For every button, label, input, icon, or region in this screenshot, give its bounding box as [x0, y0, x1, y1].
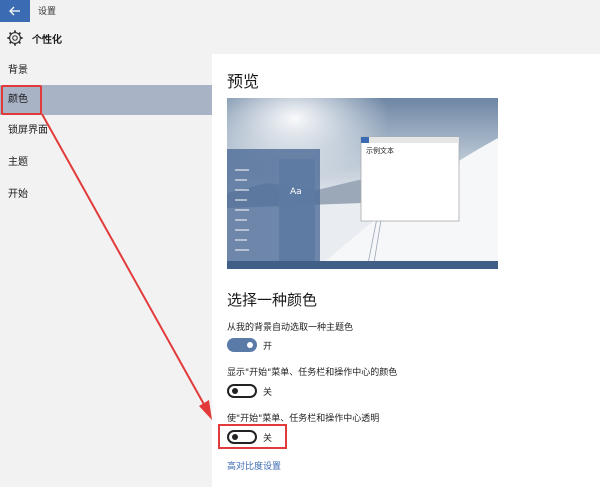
auto-accent-toggle[interactable] — [227, 338, 257, 352]
preview-sample-text: 示例文本 — [366, 146, 394, 155]
highlight-box-transparency — [218, 424, 287, 449]
toggle-knob — [247, 342, 253, 348]
page-header: 个性化 — [0, 22, 600, 54]
sidebar-item-start[interactable]: 开始 — [0, 180, 212, 210]
preview-tile-label: Aa — [290, 187, 302, 197]
page-title: 个性化 — [32, 35, 62, 46]
show-color-state: 关 — [263, 388, 273, 398]
setting-auto-accent-label: 从我的背景自动选取一种主题色 — [227, 323, 354, 333]
gear-icon — [7, 30, 23, 46]
highlight-box-colors — [1, 85, 42, 115]
sidebar-item-lock-screen[interactable]: 锁屏界面 — [0, 116, 212, 146]
back-button[interactable] — [0, 0, 30, 22]
high-contrast-link[interactable]: 高对比度设置 — [227, 459, 281, 472]
setting-transparency-label: 使"开始"菜单、任务栏和操作中心透明 — [227, 414, 380, 424]
window-title: 设置 — [38, 7, 57, 17]
sidebar: 背景 颜色 锁屏界面 主题 开始 — [0, 54, 212, 487]
preview-image: Aa 示例文本 — [227, 98, 498, 269]
preview-scene: Aa 示例文本 — [227, 98, 498, 269]
choose-color-heading: 选择一种颜色 — [227, 291, 318, 309]
preview-heading: 预览 — [227, 72, 260, 91]
title-bar: 设置 — [0, 0, 600, 22]
auto-accent-state: 开 — [263, 342, 273, 352]
show-color-toggle[interactable] — [227, 384, 257, 398]
setting-show-color-label: 显示"开始"菜单、任务栏和操作中心的颜色 — [227, 368, 398, 378]
sidebar-item-background[interactable]: 背景 — [0, 56, 212, 86]
back-arrow-icon — [9, 6, 20, 16]
sidebar-item-themes[interactable]: 主题 — [0, 148, 212, 178]
toggle-knob — [232, 388, 238, 394]
